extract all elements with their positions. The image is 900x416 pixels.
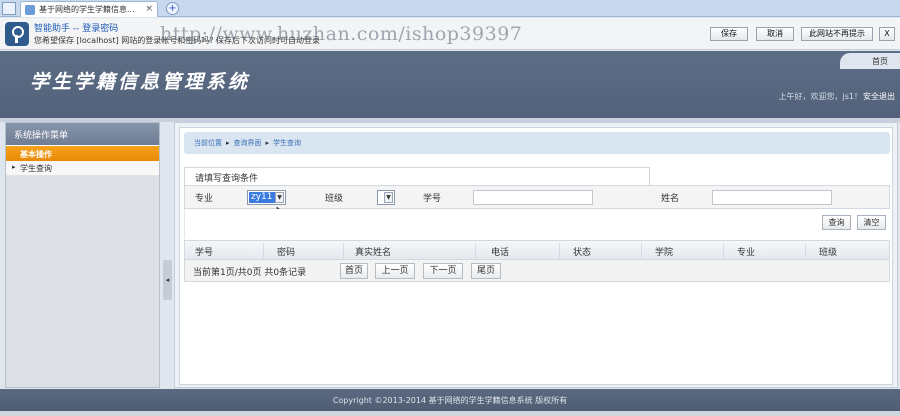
column-divider — [475, 243, 476, 258]
browser-tab[interactable]: 基于网络的学生学籍信息... × — [20, 1, 158, 17]
student-no-input[interactable] — [473, 190, 593, 205]
column-major[interactable]: 专业 — [737, 245, 755, 258]
column-college[interactable]: 学院 — [655, 245, 673, 258]
prev-page-button[interactable]: 上一页 — [375, 263, 415, 279]
search-button[interactable]: 查询 — [822, 215, 851, 230]
close-tab-icon[interactable]: × — [145, 4, 153, 14]
first-page-button[interactable]: 首页 — [340, 263, 368, 279]
close-password-bar-button[interactable]: X — [879, 27, 895, 41]
major-select[interactable]: zy11 ▼ — [247, 190, 286, 205]
window-menu-icon[interactable] — [2, 2, 16, 15]
pager: 当前第1页/共0页 共0条记录 首页 上一页 下一页 尾页 — [184, 260, 890, 282]
column-class[interactable]: 班级 — [819, 245, 837, 258]
column-phone[interactable]: 电话 — [491, 245, 509, 258]
never-prompt-button[interactable]: 此网站不再提示 — [801, 27, 873, 41]
query-button-row: 查询 清空 — [184, 209, 890, 239]
clear-button[interactable]: 清空 — [857, 215, 886, 230]
page-favicon-icon — [25, 5, 35, 15]
query-form-row: 专业 zy11 ▼ 班级 ▼ 学号 姓名 — [184, 185, 890, 209]
breadcrumb-student-query: 学生查询 — [273, 139, 302, 147]
major-selected-value: zy11 — [249, 192, 275, 203]
breadcrumb-separator-icon: ▸ — [226, 139, 230, 147]
app-title: 学生学籍信息管理系统 — [30, 71, 251, 93]
column-divider — [343, 243, 344, 258]
column-password[interactable]: 密码 — [277, 245, 295, 258]
last-page-button[interactable]: 尾页 — [471, 263, 501, 279]
column-student-no[interactable]: 学号 — [195, 245, 213, 258]
collapse-sidebar-icon[interactable]: ◂ — [163, 260, 172, 300]
main-panel: 当前位置 ▸ 查询界面 ▸ 学生查询 请填写查询条件 专业 zy11 ▼ 班级 ▼ 学号… — [174, 122, 898, 388]
home-tab[interactable]: 首页 — [840, 53, 900, 69]
logout-link[interactable]: 安全退出 — [863, 91, 895, 102]
column-real-name[interactable]: 真实姓名 — [355, 245, 391, 258]
save-password-button[interactable]: 保存 — [710, 27, 748, 41]
breadcrumb-query-page[interactable]: 查询界面 — [234, 139, 262, 147]
column-divider — [805, 243, 806, 258]
column-divider — [641, 243, 642, 258]
major-label: 专业 — [195, 194, 214, 204]
next-page-button[interactable]: 下一页 — [423, 263, 463, 279]
name-label: 姓名 — [661, 194, 680, 204]
sidebar-item-label: 学生查询 — [20, 164, 52, 173]
app-header: 学生学籍信息管理系统 首页 上午好，欢迎您，js1！ 安全退出 — [0, 51, 900, 118]
name-input[interactable] — [712, 190, 832, 205]
pager-info: 当前第1页/共0页 共0条记录 — [193, 268, 307, 278]
new-tab-icon[interactable]: + — [166, 2, 179, 15]
breadcrumb-separator-icon: ▸ — [265, 139, 270, 147]
chevron-down-icon[interactable]: ▼ — [275, 192, 284, 203]
watermark-text: http://www.huzhan.com/ishop39397 — [160, 23, 523, 45]
sidebar-group-basic[interactable]: 基本操作 — [6, 145, 159, 161]
password-save-bar: 智能助手 -- 登录密码 您希望保存 [localhost] 网站的登录帐号和密… — [0, 18, 900, 50]
class-select[interactable]: ▼ — [377, 190, 395, 205]
greeting-text: 上午好，欢迎您，js1！ — [778, 92, 862, 101]
key-lock-icon — [5, 22, 29, 46]
chevron-down-icon[interactable]: ▼ — [384, 192, 393, 203]
bottom-divider — [0, 411, 900, 416]
column-divider — [723, 243, 724, 258]
sidebar-item-student-query[interactable]: 学生查询 — [6, 161, 159, 176]
column-divider — [559, 243, 560, 258]
footer: Copyright ©2013-2014 基于网络的学生学籍信息系统 版权所有 — [0, 389, 900, 411]
column-divider — [263, 243, 264, 258]
breadcrumb-current: 当前位置 — [194, 139, 222, 147]
cancel-password-button[interactable]: 取消 — [756, 27, 794, 41]
breadcrumb: 当前位置 ▸ 查询界面 ▸ 学生查询 — [184, 132, 890, 154]
copyright-text: Copyright ©2013-2014 基于网络的学生学籍信息系统 版权所有 — [332, 396, 568, 405]
table-header: 学号 密码 真实姓名 电话 状态 学院 专业 班级 — [184, 240, 890, 260]
sidebar: 系统操作菜单 基本操作 学生查询 — [5, 122, 160, 388]
sidebar-title: 系统操作菜单 — [6, 123, 159, 145]
student-no-label: 学号 — [423, 194, 442, 204]
browser-tab-title: 基于网络的学生学籍信息... — [39, 5, 135, 14]
password-bar-title: 智能助手 -- 登录密码 — [34, 24, 119, 34]
column-status[interactable]: 状态 — [573, 245, 591, 258]
browser-tab-strip: 基于网络的学生学籍信息... × + — [0, 0, 900, 17]
content-area: 当前位置 ▸ 查询界面 ▸ 学生查询 请填写查询条件 专业 zy11 ▼ 班级 ▼ 学号… — [179, 127, 893, 385]
class-label: 班级 — [325, 194, 344, 204]
query-heading: 请填写查询条件 — [184, 167, 650, 185]
